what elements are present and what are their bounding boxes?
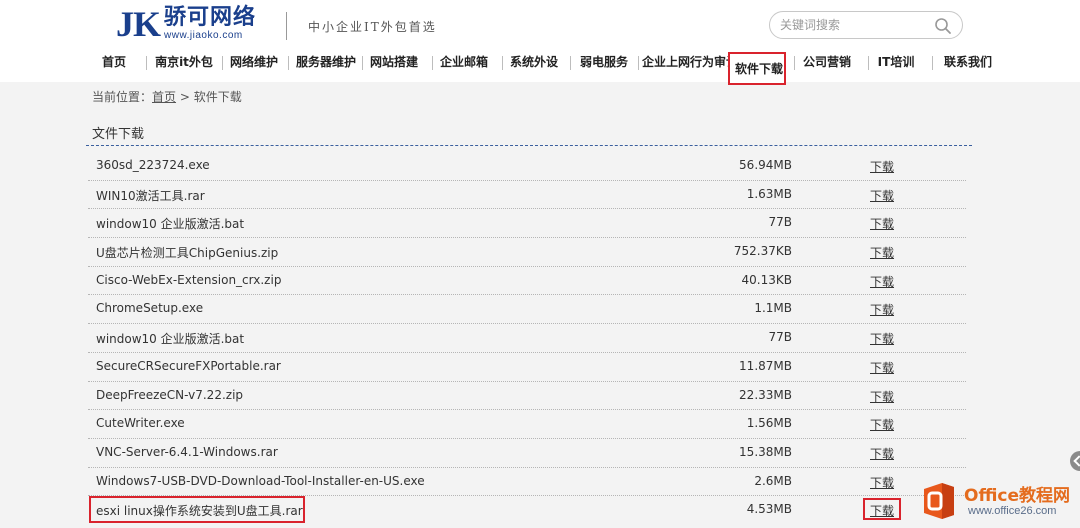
file-name: 360sd_223724.exe [96, 158, 210, 172]
logo-url: www.jiaoko.com [164, 30, 243, 41]
download-link[interactable]: 下载 [870, 330, 894, 347]
site-header: JK 骄可网络 www.jiaoko.com 中小企业IT外包首选 首页 南京i… [0, 0, 1080, 85]
file-size: 1.1MB [754, 301, 792, 316]
watermark-title: Office教程网 [964, 486, 1071, 506]
file-size: 15.38MB [739, 444, 792, 459]
watermark: Office教程网 www.office26.com [914, 478, 1074, 524]
nav-divider [432, 56, 433, 70]
scroll-down-button[interactable] [1070, 451, 1080, 471]
download-link[interactable]: 下载 [870, 273, 894, 290]
download-link[interactable]: 下载 [870, 416, 894, 433]
nav-item-company-marketing[interactable]: 公司营销 [800, 50, 854, 76]
office-logo-icon [924, 483, 954, 519]
file-size: 1.63MB [746, 186, 792, 201]
file-name: WIN10激活工具.rar [96, 188, 205, 203]
nav-divider [570, 56, 571, 70]
site-slogan: 中小企业IT外包首选 [308, 20, 437, 34]
nav-item-software-download[interactable]: 软件下载 [728, 52, 786, 85]
file-name: Windows7-USB-DVD-Download-Tool-Installer… [96, 473, 425, 488]
nav-divider [932, 56, 933, 70]
file-name: ChromeSetup.exe [96, 301, 204, 316]
table-row: window10 企业版激活.bat 77B 下载 [88, 324, 966, 353]
table-row: Windows7-USB-DVD-Download-Tool-Installer… [88, 468, 966, 497]
file-size: 2.6MB [754, 473, 792, 488]
nav-item-network-maintenance[interactable]: 网络维护 [228, 50, 280, 76]
breadcrumb-prefix: 当前位置： [92, 90, 153, 104]
logo-mark: JK [116, 4, 161, 44]
nav-divider [288, 56, 289, 70]
download-link[interactable]: 下载 [870, 158, 894, 175]
download-link[interactable]: 下载 [870, 359, 894, 376]
search-box [769, 11, 963, 39]
file-name: window10 企业版激活.bat [96, 217, 245, 232]
table-row: U盘芯片检测工具ChipGenius.zip 752.37KB 下载 [88, 238, 966, 267]
nav-item-website-building[interactable]: 网站搭建 [368, 50, 420, 76]
nav-item-nanjing-it-outsourcing[interactable]: 南京it外包 [152, 50, 216, 76]
file-name: DeepFreezeCN-v7.22.zip [96, 387, 244, 402]
watermark-url: www.office26.com [968, 505, 1057, 517]
table-row: WIN10激活工具.rar 1.63MB 下载 [88, 181, 966, 210]
nav-divider [502, 56, 503, 70]
table-row: window10 企业版激活.bat 77B 下载 [88, 209, 966, 239]
nav-item-it-training[interactable]: IT培训 [874, 50, 918, 76]
file-size: 77B [768, 330, 792, 345]
highlight-box-download [863, 498, 901, 520]
breadcrumb-separator: > [179, 90, 190, 104]
nav-item-server-maintenance[interactable]: 服务器维护 [294, 50, 358, 76]
nav-item-internet-audit[interactable]: 企业上网行为审计 [642, 50, 738, 76]
nav-divider [868, 56, 869, 70]
breadcrumb: 当前位置：首页 > 软件下载 [92, 88, 242, 105]
file-size: 22.33MB [739, 387, 792, 402]
nav-divider [794, 56, 795, 70]
table-row: Cisco-WebEx-Extension_crx.zip 40.13KB 下载 [88, 267, 966, 296]
nav-divider [146, 56, 147, 70]
file-name: U盘芯片检测工具ChipGenius.zip [96, 246, 279, 261]
file-size: 56.94MB [739, 158, 792, 172]
table-row: DeepFreezeCN-v7.22.zip 22.33MB 下载 [88, 382, 966, 411]
download-link[interactable]: 下载 [870, 215, 894, 232]
nav-item-home[interactable]: 首页 [92, 50, 136, 76]
logo-divider [286, 12, 287, 40]
file-size: 77B [768, 215, 792, 230]
file-name: window10 企业版激活.bat [96, 332, 245, 347]
search-icon[interactable] [934, 17, 952, 35]
nav-divider [362, 56, 363, 70]
breadcrumb-home-link[interactable]: 首页 [152, 90, 176, 104]
table-row: CuteWriter.exe 1.56MB 下载 [88, 410, 966, 439]
site-logo[interactable]: JK 骄可网络 www.jiaoko.com [116, 4, 257, 44]
file-size: 4.53MB [746, 502, 792, 517]
nav-divider [638, 56, 639, 70]
logo-name: 骄可网络 [164, 5, 257, 30]
nav-divider [222, 56, 223, 70]
file-size: 40.13KB [741, 272, 792, 287]
file-name: VNC-Server-6.4.1-Windows.rar [96, 444, 278, 459]
highlight-box-file-name [89, 496, 305, 523]
table-row: 360sd_223724.exe 56.94MB 下载 [88, 152, 966, 181]
nav-item-system-peripherals[interactable]: 系统外设 [508, 50, 560, 76]
main-nav: 首页 南京it外包 网络维护 服务器维护 网站搭建 企业邮箱 系统外设 弱电服务… [90, 50, 1010, 85]
download-link[interactable]: 下载 [870, 301, 894, 318]
title-divider [86, 145, 972, 146]
search-input[interactable] [780, 16, 930, 34]
breadcrumb-current: 软件下载 [193, 90, 242, 104]
file-table: 360sd_223724.exe 56.94MB 下载 WIN10激活工具.ra… [88, 152, 966, 525]
download-link[interactable]: 下载 [870, 187, 894, 204]
table-row: VNC-Server-6.4.1-Windows.rar 15.38MB 下载 [88, 439, 966, 468]
nav-item-low-voltage-service[interactable]: 弱电服务 [576, 50, 632, 76]
file-name: SecureCRSecureFXPortable.rar [96, 358, 281, 373]
download-link[interactable]: 下载 [870, 445, 894, 462]
file-name: CuteWriter.exe [96, 416, 185, 431]
file-size: 752.37KB [733, 244, 792, 259]
nav-item-enterprise-email[interactable]: 企业邮箱 [438, 50, 490, 76]
download-link[interactable]: 下载 [870, 474, 894, 491]
table-row: SecureCRSecureFXPortable.rar 11.87MB 下载 [88, 353, 966, 382]
table-row: ChromeSetup.exe 1.1MB 下载 [88, 295, 966, 325]
download-link[interactable]: 下载 [870, 388, 894, 405]
file-name: Cisco-WebEx-Extension_crx.zip [96, 272, 282, 287]
file-size: 1.56MB [746, 416, 792, 431]
nav-item-contact-us[interactable]: 联系我们 [942, 50, 994, 76]
page-title: 文件下载 [92, 127, 145, 142]
download-link[interactable]: 下载 [870, 244, 894, 261]
file-size: 11.87MB [739, 358, 792, 373]
